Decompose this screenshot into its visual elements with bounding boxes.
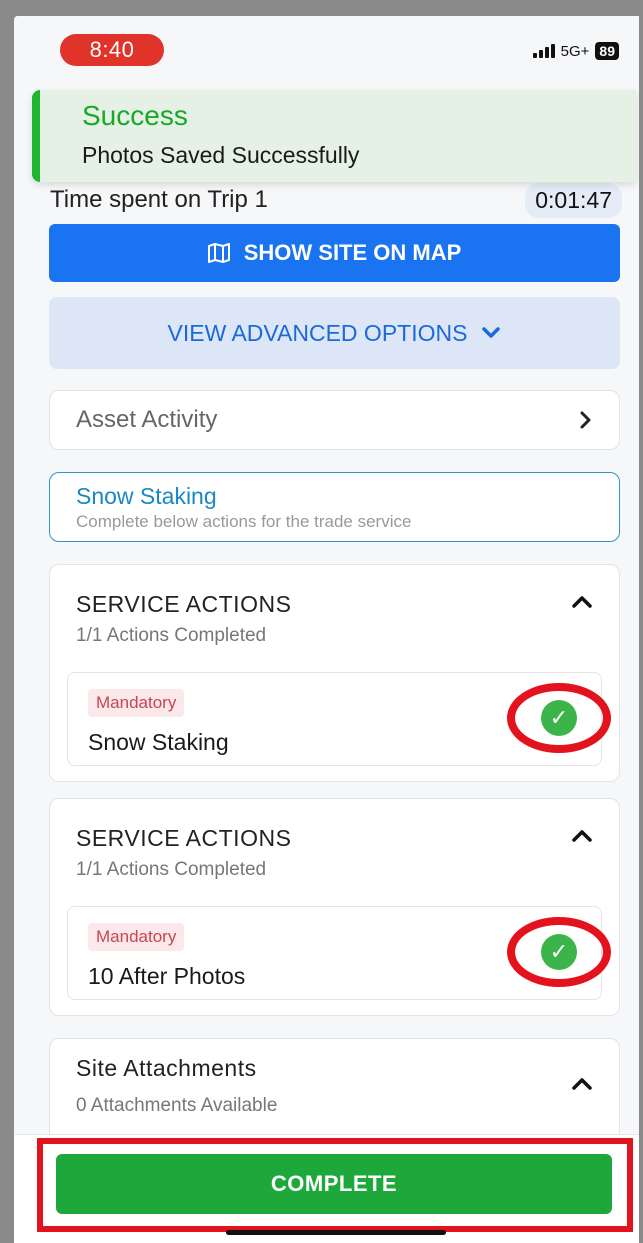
show-site-on-map-button[interactable]: SHOW SITE ON MAP	[49, 224, 620, 282]
battery-icon: 89	[595, 42, 619, 60]
trip-elapsed-time: 0:01:47	[525, 182, 622, 218]
asset-activity-row[interactable]: Asset Activity	[49, 390, 620, 450]
chevron-right-icon	[580, 411, 591, 429]
phone-screen: 8:40 5G+ 89 Success Photos Saved Success…	[14, 16, 639, 1243]
toast-message: Photos Saved Successfully	[82, 142, 360, 168]
check-circle-icon: ✓	[541, 934, 577, 970]
trip-label: Time spent on Trip 1	[50, 186, 268, 213]
advanced-options-label: VIEW ADVANCED OPTIONS	[167, 319, 468, 346]
service-actions-section: SERVICE ACTIONS 1/1 Actions Completed Ma…	[49, 564, 620, 782]
section-title: SERVICE ACTIONS	[76, 591, 292, 617]
trip-timer-row: Time spent on Trip 1 0:01:47	[50, 180, 622, 220]
mandatory-badge: Mandatory	[88, 689, 185, 717]
highlight-circle: ✓	[507, 683, 611, 753]
network-type: 5G+	[560, 42, 590, 60]
attachments-subtitle: 0 Attachments Available	[76, 1095, 278, 1116]
mandatory-badge: Mandatory	[88, 923, 185, 951]
chevron-up-icon[interactable]	[571, 595, 593, 609]
highlight-circle: ✓	[507, 917, 611, 987]
service-action-label: 10 After Photos	[88, 963, 246, 989]
chevron-down-icon	[482, 327, 501, 338]
service-action-item[interactable]: Mandatory 10 After Photos ✓	[67, 906, 611, 1000]
show-map-label: SHOW SITE ON MAP	[243, 240, 462, 265]
chevron-up-icon[interactable]	[571, 829, 593, 843]
trade-service-card[interactable]: Snow Staking Complete below actions for …	[49, 472, 620, 542]
trade-service-title: Snow Staking	[76, 483, 217, 509]
status-bar: 8:40 5G+ 89	[14, 16, 639, 88]
map-icon	[207, 243, 230, 263]
complete-button[interactable]: COMPLETE	[56, 1154, 612, 1214]
check-circle-icon: ✓	[541, 700, 577, 736]
view-advanced-options-button[interactable]: VIEW ADVANCED OPTIONS	[49, 297, 620, 369]
attachments-title: Site Attachments	[76, 1055, 257, 1081]
signal-icon	[532, 44, 555, 58]
service-action-item[interactable]: Mandatory Snow Staking ✓	[67, 672, 611, 766]
section-title: SERVICE ACTIONS	[76, 825, 292, 851]
success-toast[interactable]: Success Photos Saved Successfully	[32, 90, 636, 182]
chevron-up-icon[interactable]	[571, 1077, 593, 1091]
home-indicator[interactable]	[226, 1230, 446, 1235]
toast-title: Success	[82, 100, 188, 131]
section-subtitle: 1/1 Actions Completed	[76, 625, 267, 646]
service-actions-section: SERVICE ACTIONS 1/1 Actions Completed Ma…	[49, 798, 620, 1016]
service-action-label: Snow Staking	[88, 729, 229, 755]
trade-service-subtitle: Complete below actions for the trade ser…	[76, 512, 412, 531]
asset-activity-label: Asset Activity	[76, 406, 218, 433]
status-icons: 5G+ 89	[532, 42, 619, 60]
site-attachments-section[interactable]: Site Attachments 0 Attachments Available	[49, 1038, 620, 1142]
status-time: 8:40	[60, 34, 164, 66]
section-subtitle: 1/1 Actions Completed	[76, 859, 267, 880]
